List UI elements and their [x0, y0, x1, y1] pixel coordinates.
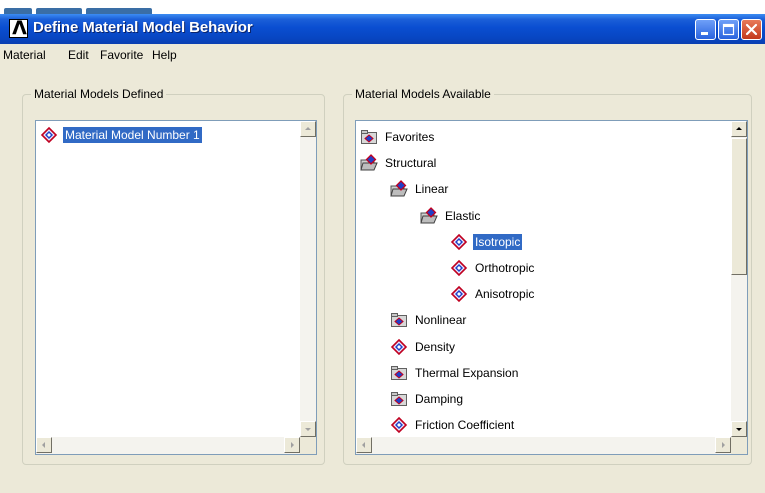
- scroll-right-button[interactable]: [715, 437, 731, 453]
- scroll-corner: [731, 437, 747, 454]
- tree-item-label: Damping: [415, 392, 464, 406]
- scroll-down-button[interactable]: [300, 421, 316, 437]
- material-model-dialog: Λ Define Material Model Behavior Materia…: [0, 0, 765, 493]
- tree-item-label: Favorites: [385, 130, 435, 144]
- arrow-left-icon: [362, 442, 365, 448]
- menu-bar: Material Edit Favorite Help: [0, 44, 765, 66]
- tree-item-label: Density: [415, 339, 456, 354]
- horizontal-scrollbar[interactable]: [36, 437, 300, 454]
- close-icon: [745, 23, 758, 36]
- tree-item-label: Thermal Expansion: [415, 365, 519, 380]
- maximize-button[interactable]: [718, 19, 739, 40]
- models-defined-title: Material Models Defined: [34, 87, 164, 101]
- vertical-scrollbar[interactable]: [300, 121, 316, 437]
- tree-item-label: Structural: [385, 156, 437, 171]
- menu-edit[interactable]: Edit: [68, 48, 89, 62]
- arrow-down-icon: [736, 428, 742, 431]
- material-model-icon: [450, 233, 468, 250]
- tree-item-label: Orthotropic: [475, 261, 535, 275]
- app-logo-glyph: Λ: [12, 17, 27, 39]
- folder-icon: [391, 392, 407, 406]
- scroll-up-button[interactable]: [300, 121, 316, 137]
- scroll-thumb[interactable]: [731, 138, 747, 275]
- app-logo-icon: Λ: [9, 17, 28, 39]
- material-model-icon: [390, 417, 408, 434]
- open-folder-icon: [390, 180, 408, 197]
- material-model-icon: [390, 338, 408, 355]
- material-model-icon: [450, 259, 468, 277]
- material-model-icon: [450, 286, 468, 303]
- arrow-right-icon: [722, 442, 725, 448]
- arrow-down-icon: [305, 428, 311, 431]
- tree-item-label: Linear: [415, 182, 449, 197]
- folder-icon: [391, 313, 407, 328]
- open-folder-icon: [420, 206, 438, 224]
- tree-item-label: Nonlinear: [415, 313, 467, 328]
- tree-container: Favorites Structural Linear Elastic Isotropi…: [356, 121, 731, 437]
- horizontal-scrollbar[interactable]: [356, 437, 731, 454]
- maximize-icon: [722, 23, 735, 36]
- scroll-down-button[interactable]: [731, 421, 747, 437]
- folder-icon: [391, 365, 407, 380]
- open-folder-icon: [360, 154, 378, 171]
- menu-material[interactable]: Material: [3, 48, 46, 62]
- list-item-label: Material Model Number 1: [63, 127, 202, 143]
- models-available-title: Material Models Available: [355, 87, 491, 101]
- scroll-right-button[interactable]: [284, 437, 300, 453]
- tree-item-label: Elastic: [445, 208, 481, 223]
- models-defined-list[interactable]: Material Model Number 1: [35, 120, 317, 455]
- arrow-up-icon: [736, 127, 742, 130]
- material-model-icon: [40, 126, 58, 144]
- tree-item-label: Isotropic: [473, 233, 523, 250]
- window-title: Define Material Model Behavior: [33, 19, 253, 36]
- scroll-left-button[interactable]: [36, 437, 52, 453]
- scroll-up-button[interactable]: [731, 121, 747, 137]
- minimize-icon: [701, 32, 708, 35]
- minimize-button[interactable]: [695, 19, 716, 40]
- vertical-scrollbar[interactable]: [731, 121, 747, 437]
- menu-help[interactable]: Help: [152, 48, 177, 62]
- menu-favorite[interactable]: Favorite: [100, 48, 143, 62]
- tree-item-label: Friction Coefficient: [415, 418, 515, 433]
- models-available-tree[interactable]: Favorites Structural Linear Elastic Isotropi…: [355, 120, 748, 455]
- arrow-right-icon: [291, 442, 294, 448]
- folder-icon: [361, 130, 377, 144]
- top-strip: [0, 0, 765, 14]
- scroll-left-button[interactable]: [356, 437, 372, 453]
- tree-item-label: Anisotropic: [475, 287, 535, 302]
- arrow-left-icon: [42, 442, 45, 448]
- scroll-corner: [300, 437, 316, 454]
- close-button[interactable]: [741, 19, 762, 40]
- arrow-up-icon: [305, 127, 311, 130]
